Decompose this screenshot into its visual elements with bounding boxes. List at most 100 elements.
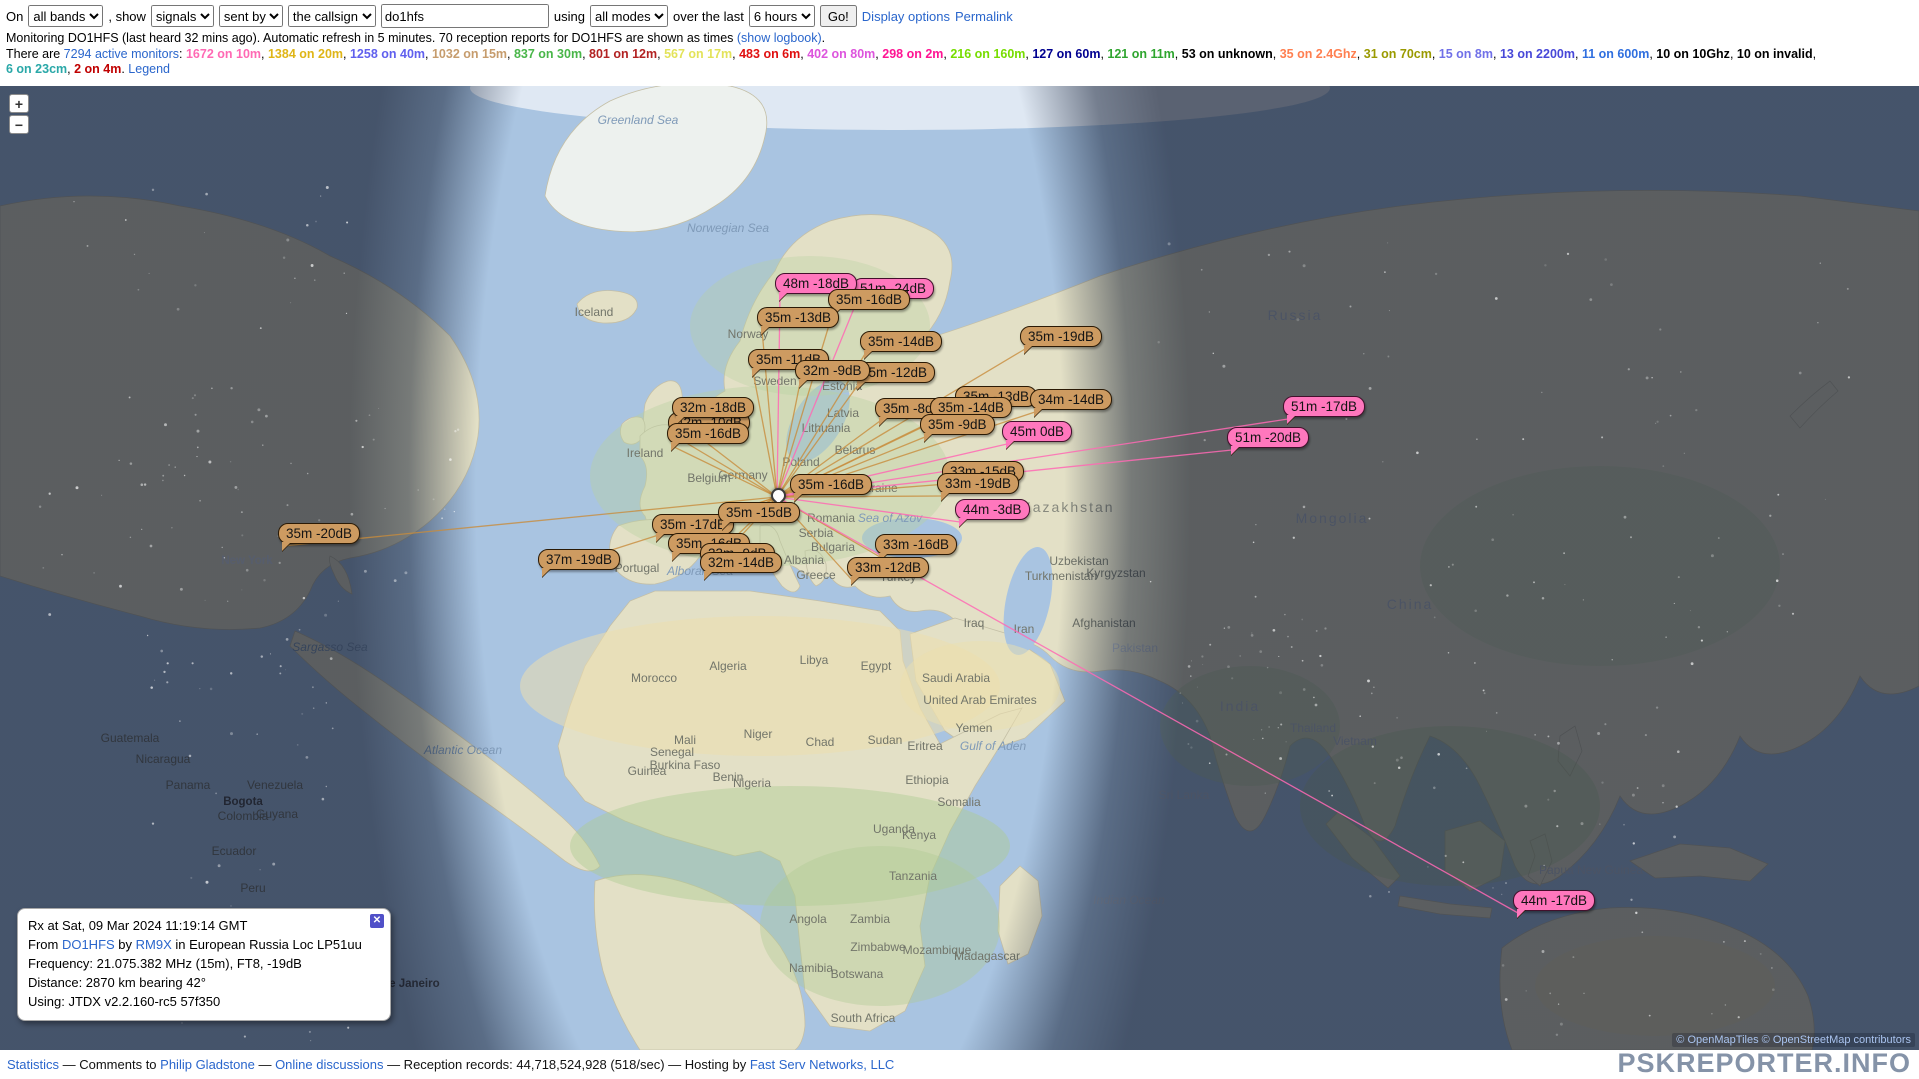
reception-balloon[interactable]: 32m -18dB [672,397,754,418]
reception-balloon[interactable]: 33m -16dB [875,534,957,555]
place-label-layer: Greenland SeaNorwegian SeaIcelandNorwayS… [0,86,1919,1050]
map-place-label: Gulf of Aden [960,739,1026,753]
map-place-label: Turkmenistan [1025,569,1097,583]
map-place-label: Egypt [861,659,892,673]
site-watermark: PSKREPORTER.INFO [1617,1048,1911,1079]
hosting-link[interactable]: Fast Serv Networks, LLC [750,1057,895,1072]
footer-sep2: — [255,1057,275,1072]
footer-sep1: — Comments to [59,1057,160,1072]
reception-balloon[interactable]: 35m -16dB [667,423,749,444]
map-place-label: Zimbabwe [850,940,905,954]
display-options-link[interactable]: Display options [862,9,950,24]
reception-balloon[interactable]: 35m -16dB [828,289,910,310]
reception-balloon[interactable]: 44m -3dB [955,499,1030,520]
map-place-label: Mozambique [903,943,972,957]
map-place-label: Indian Ocean [1093,893,1164,907]
reception-balloon[interactable]: 51m -17dB [1283,396,1365,417]
author-link[interactable]: Philip Gladstone [160,1057,255,1072]
modes-select[interactable]: all modes [590,5,668,27]
popup-distance: Distance: 2870 km bearing 42° [28,973,380,992]
zoom-in-button[interactable]: + [9,94,29,113]
legend-link[interactable]: Legend [128,62,170,76]
active-monitors-link[interactable]: 7294 active monitors [64,47,179,61]
band-count: 10 on 10Ghz, [1656,47,1737,61]
band-count: 2 on 4m. [74,62,128,76]
zoom-out-button[interactable]: − [9,115,29,134]
map-place-label: Greece [796,568,835,582]
discussions-link[interactable]: Online discussions [275,1057,383,1072]
map-place-label: Atlantic Ocean [424,743,502,757]
map-place-label: Senegal [650,745,694,759]
reception-balloon[interactable]: 35m -9dB [920,414,995,435]
period-select[interactable]: 6 hours [749,5,815,27]
map-place-label: Morocco [631,671,677,685]
popup-software: Using: JTDX v2.2.160-rc5 57f350 [28,992,380,1011]
reception-balloon[interactable]: 35m -15dB [718,502,800,523]
map-place-label: Nicaragua [136,752,191,766]
close-icon[interactable]: ✕ [370,914,384,928]
go-button[interactable]: Go! [820,5,857,27]
rx-callsign-link[interactable]: RM9X [136,937,172,952]
band-count: 298 on 2m, [882,47,950,61]
map-place-label: Algeria [709,659,746,673]
map-place-label: Greenland Sea [598,113,679,127]
using-label: using [554,9,585,24]
map-place-label: Serbia [799,526,834,540]
reception-balloon[interactable]: 35m -14dB [860,331,942,352]
reception-balloon[interactable]: 32m -9dB [795,360,870,381]
map-place-label: Lithuania [802,421,851,435]
openstreetmap-link[interactable]: © OpenStreetMap contributors [1762,1034,1911,1046]
popup-frequency: Frequency: 21.075.382 MHz (15m), FT8, -1… [28,954,380,973]
band-count: 402 on 80m, [807,47,882,61]
map-place-label: Thailand [1290,721,1336,735]
map-place-label: Uganda [873,822,915,836]
map-place-label: Namibia [789,961,833,975]
statistics-link[interactable]: Statistics [7,1057,59,1072]
tx-callsign-link[interactable]: DO1HFS [62,937,115,952]
signals-select[interactable]: signals [151,5,214,27]
pskreporter-page: On all bands , show signals sent by the … [0,0,1919,1079]
map-place-label: Tanzania [889,869,937,883]
map-place-label: Peru [240,881,265,895]
map-place-label: Mongolia [1296,510,1369,526]
band-count: 801 on 12m, [589,47,664,61]
band-count: 31 on 70cm, [1364,47,1439,61]
band-count: 216 on 160m, [950,47,1032,61]
reception-balloon[interactable]: 37m -19dB [538,549,620,570]
map-place-label: China [1387,596,1434,612]
permalink-link[interactable]: Permalink [955,9,1013,24]
map-place-label: Sri Lanka [1159,788,1210,802]
map-place-label: Guatemala [101,731,160,745]
world-map[interactable]: Greenland SeaNorwegian SeaIcelandNorwayS… [0,86,1919,1050]
openmaptiles-link[interactable]: © OpenMapTiles [1676,1034,1758,1046]
map-place-label: Saudi Arabia [922,671,990,685]
reception-balloon[interactable]: 32m -14dB [700,552,782,573]
callsign-input[interactable] [381,4,549,28]
report-popup: ✕ Rx at Sat, 09 Mar 2024 11:19:14 GMT Fr… [17,908,391,1021]
reception-balloon[interactable]: 35m -16dB [790,474,872,495]
reception-balloon[interactable]: 35m -19dB [1020,326,1102,347]
map-place-label: Pakistan [1112,641,1158,655]
reception-balloon[interactable]: 45m 0dB [1002,421,1072,442]
reception-balloon[interactable]: 35m -13dB [757,307,839,328]
monitors-colon: : [179,47,186,61]
map-place-label: Papua New Guinea [1539,863,1643,877]
reception-balloon[interactable]: 35m -20dB [278,523,360,544]
callsign-mode-select[interactable]: the callsign [288,5,376,27]
band-select[interactable]: all bands [28,5,103,27]
band-count: 567 on 17m, [664,47,739,61]
map-place-label: Ethiopia [905,773,948,787]
map-place-label: South Africa [831,1011,896,1025]
reception-balloon[interactable]: 51m -20dB [1227,427,1309,448]
map-place-label: Latvia [827,406,859,420]
reception-balloon[interactable]: 44m -17dB [1513,890,1595,911]
map-place-label: Botswana [831,967,884,981]
band-count: 10 on invalid, [1737,47,1816,61]
reception-balloon[interactable]: 33m -19dB [937,473,1019,494]
reception-balloon[interactable]: 33m -12dB [847,557,929,578]
map-place-label: Angola [789,912,826,926]
reception-balloon[interactable]: 34m -14dB [1030,389,1112,410]
show-logbook-link[interactable]: (show logbook) [737,31,822,45]
sentby-select[interactable]: sent by [219,5,283,27]
map-place-label: Russia [1268,307,1323,323]
